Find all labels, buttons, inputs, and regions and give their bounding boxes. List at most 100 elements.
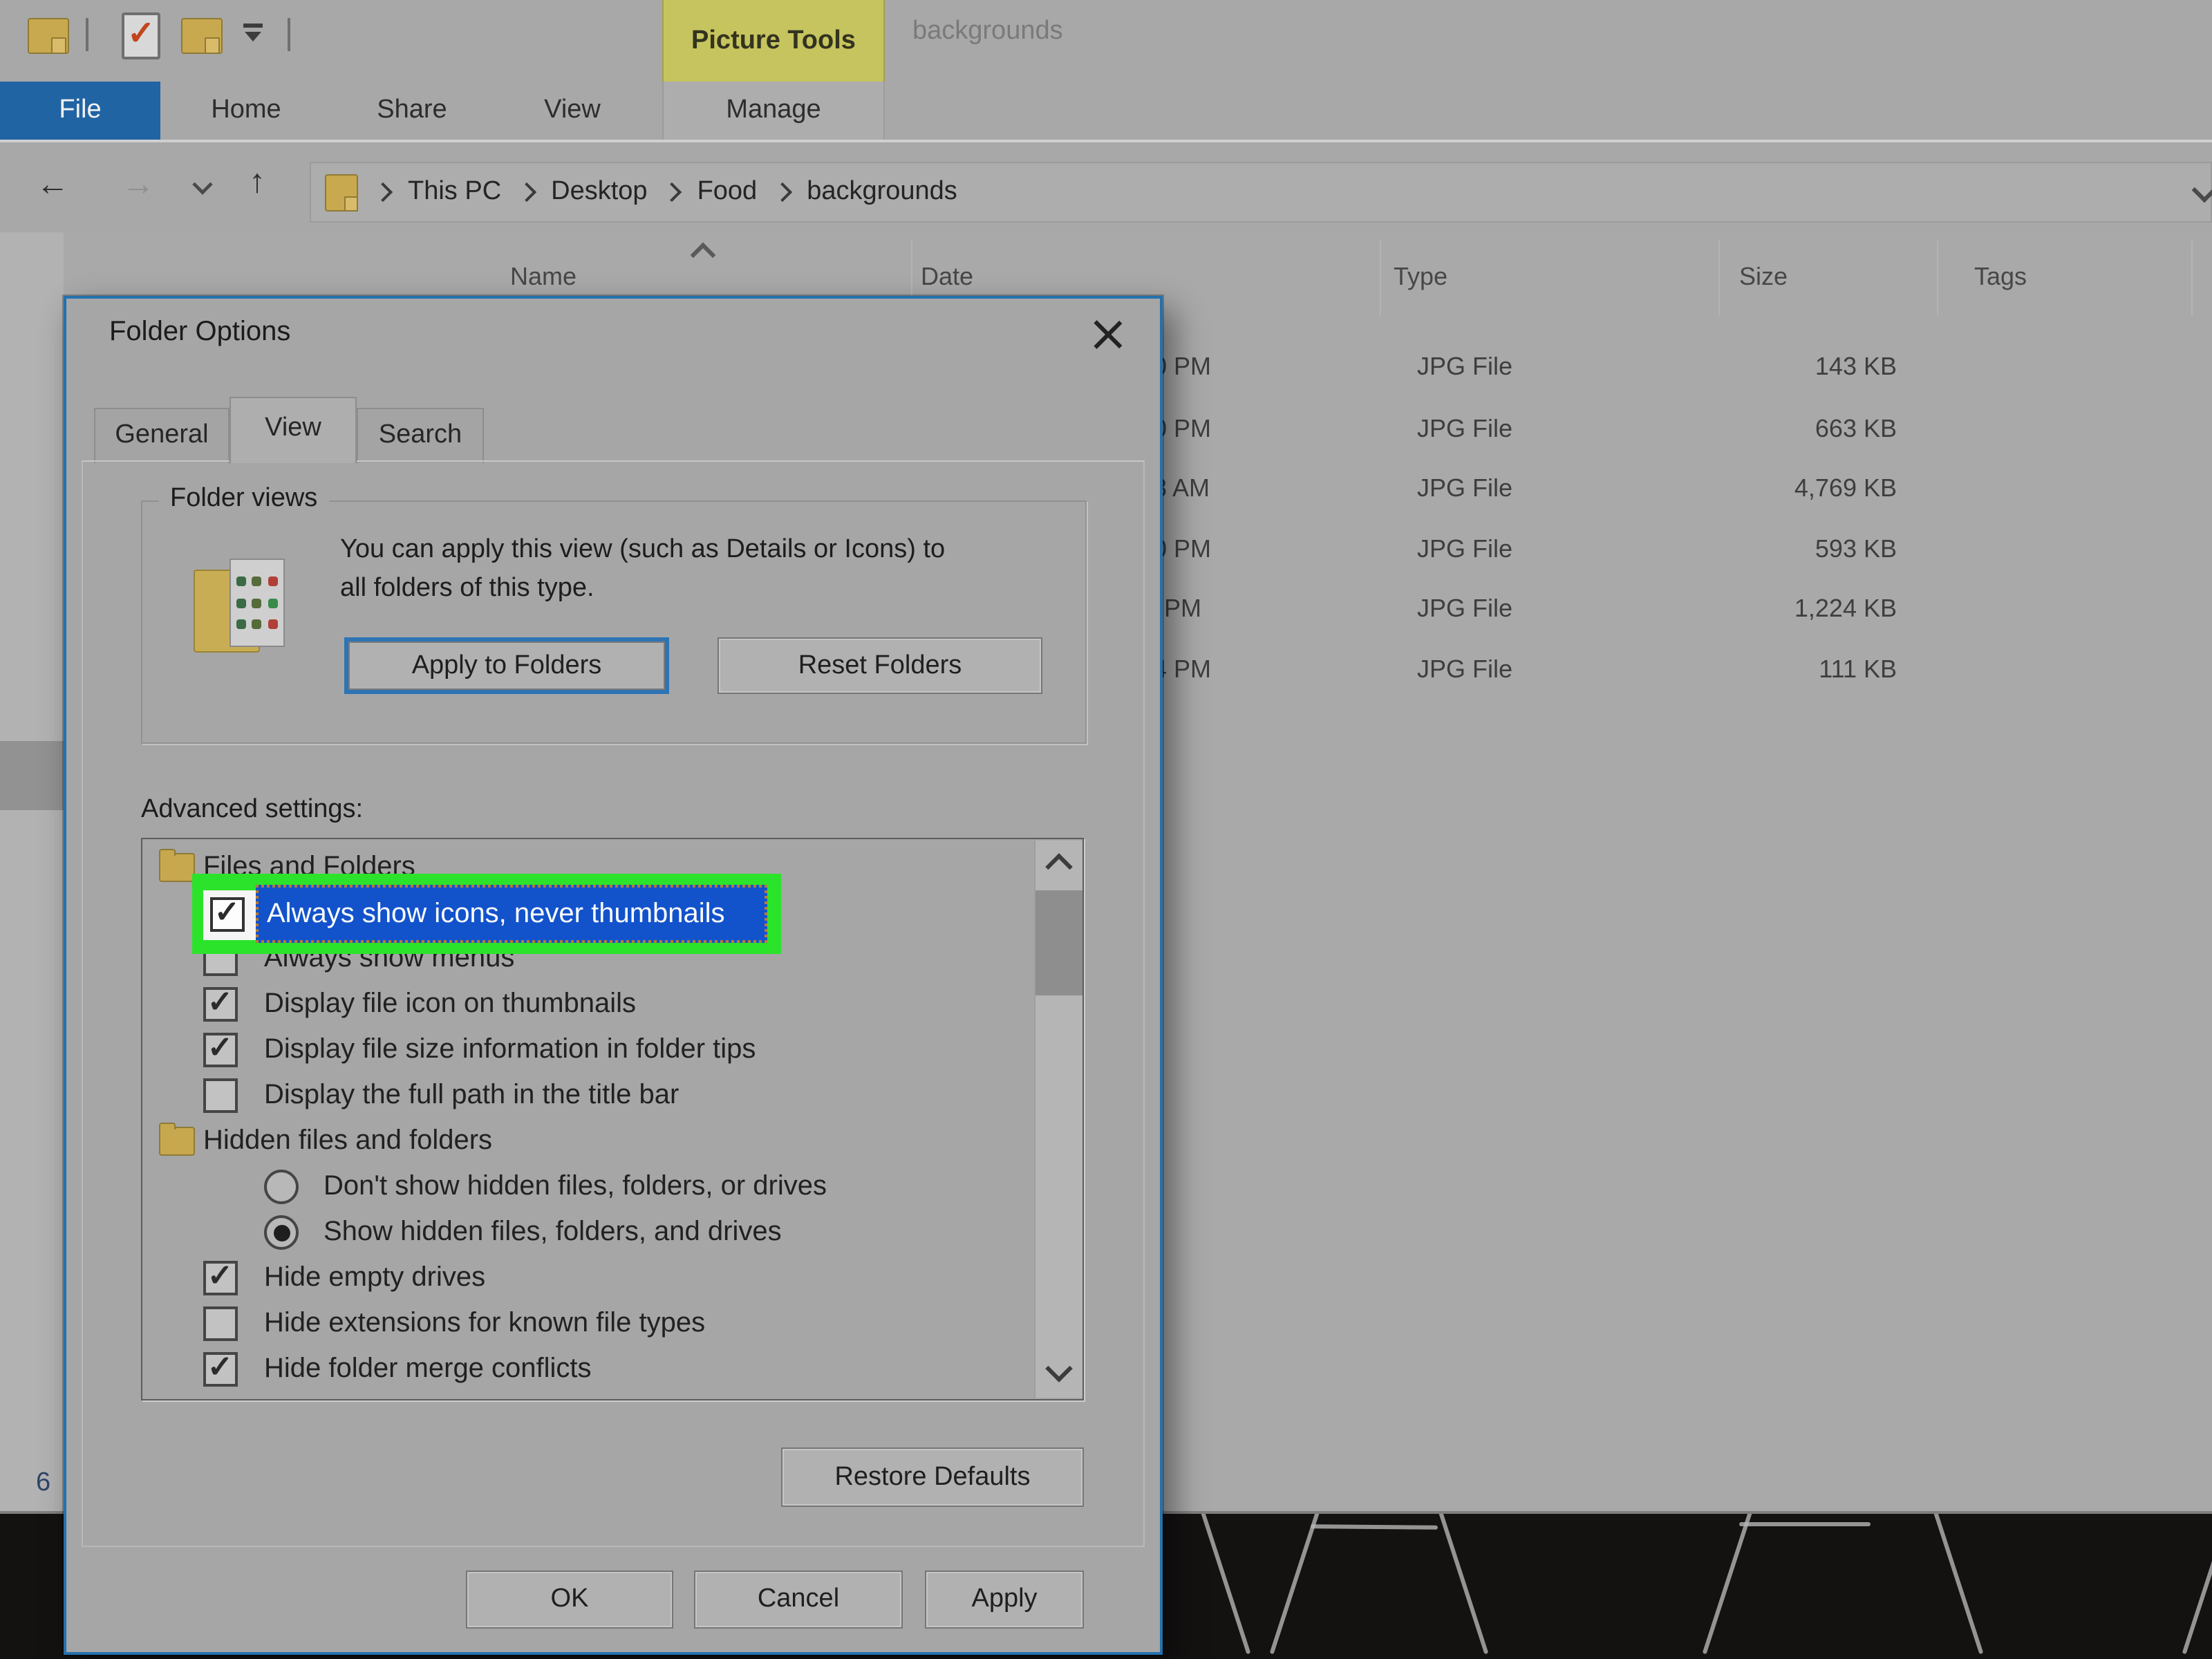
tab-home[interactable]: Home [188, 82, 304, 140]
list-item-radio[interactable]: Show hidden files, folders, and drives [142, 1210, 1027, 1255]
checkbox-checked-icon[interactable]: ✓ [210, 897, 245, 932]
radio-unselected-icon[interactable] [264, 1170, 299, 1204]
tab-general[interactable]: General [94, 408, 229, 463]
scroll-up-button[interactable] [1035, 841, 1082, 886]
list-item-checkbox[interactable]: Hide extensions for known file types [142, 1301, 1027, 1347]
restore-defaults-button[interactable]: Restore Defaults [781, 1447, 1084, 1507]
file-date: PM [1164, 589, 1385, 628]
up-arrow-icon[interactable]: ↑ [249, 165, 265, 200]
address-toolbar: ← → ↑ This PC Desktop Food backgrounds [0, 142, 2212, 232]
forward-arrow-icon[interactable]: → [122, 167, 155, 203]
close-icon[interactable] [1085, 312, 1130, 357]
radio-selected-icon[interactable] [264, 1215, 299, 1250]
column-separator[interactable] [2191, 241, 2193, 315]
breadcrumb-chevron-icon[interactable] [662, 182, 682, 202]
file-type: JPG File [1417, 347, 1638, 386]
column-header-type[interactable]: Type [1394, 257, 1447, 296]
navigation-scrollbar-thumb[interactable] [0, 741, 64, 810]
check-mark-icon: ✓ [127, 18, 155, 51]
file-date: 0 PM [1153, 409, 1374, 448]
separator [86, 18, 88, 51]
quick-access-new-folder-icon[interactable] [181, 18, 223, 54]
status-bar-item-count: 6 [36, 1468, 50, 1499]
list-item-checkbox[interactable]: ✓ Display file size information in folde… [142, 1027, 1027, 1073]
checkbox-checked-icon[interactable]: ✓ [203, 1261, 238, 1295]
folder-icon [159, 1127, 195, 1156]
list-item-radio[interactable]: Don't show hidden files, folders, or dri… [142, 1164, 1027, 1210]
column-separator[interactable] [1380, 241, 1381, 315]
annotation-highlight-box: ✓ Always show icons, never thumbnails [192, 874, 781, 954]
checkbox-unchecked-icon[interactable] [203, 1306, 238, 1341]
file-type: JPG File [1417, 650, 1638, 688]
address-bar[interactable]: This PC Desktop Food backgrounds [310, 162, 2212, 223]
checkbox-checked-icon[interactable]: ✓ [203, 1352, 238, 1387]
file-date: 0 PM [1153, 347, 1374, 386]
advanced-settings-list[interactable]: Files and Folders Always show menus ✓ Di… [141, 838, 1084, 1400]
list-item-checkbox[interactable]: ✓ Hide empty drives [142, 1255, 1027, 1301]
window-title: backgrounds [912, 17, 1063, 47]
tab-view[interactable]: View [514, 82, 630, 140]
file-date: 0 PM [1153, 529, 1374, 568]
column-header-name[interactable]: Name [510, 257, 577, 296]
tab-search[interactable]: Search [357, 408, 484, 463]
folder-views-description-line2: all folders of this type. [340, 570, 594, 608]
selected-list-item[interactable]: Always show icons, never thumbnails [256, 885, 767, 943]
folder-options-dialog: Folder Options General View Search Folde… [64, 296, 1163, 1655]
details-view-icon [229, 559, 285, 647]
picture-tools-contextual-tab[interactable]: Picture Tools [662, 0, 885, 82]
file-type: JPG File [1417, 589, 1638, 628]
tab-share[interactable]: Share [354, 82, 470, 140]
checkbox-checked-icon[interactable]: ✓ [203, 987, 238, 1022]
address-folder-icon [325, 174, 358, 211]
quick-access-properties-icon[interactable]: ✓ [122, 12, 160, 59]
scrollbar-thumb[interactable] [1035, 890, 1082, 995]
column-separator[interactable] [1937, 241, 1938, 315]
chevron-down-icon [1045, 1355, 1073, 1382]
breadcrumb-food[interactable]: Food [697, 177, 758, 207]
recent-locations-chevron-icon[interactable] [192, 174, 212, 194]
scroll-down-button[interactable] [1035, 1351, 1082, 1396]
cancel-button[interactable]: Cancel [694, 1571, 903, 1629]
breadcrumb-desktop[interactable]: Desktop [551, 177, 647, 207]
quick-access-folder-icon[interactable] [28, 18, 69, 54]
folder-views-legend: Folder views [159, 484, 328, 514]
file-date: 8 AM [1153, 469, 1374, 507]
breadcrumb-chevron-icon [373, 182, 393, 202]
file-type: JPG File [1417, 469, 1638, 507]
file-size: 4,769 KB [1703, 469, 1897, 507]
file-size: 663 KB [1703, 409, 1897, 448]
customize-quick-access-arrow-icon[interactable] [241, 24, 265, 43]
folder-icon [159, 853, 195, 882]
list-item-checkbox[interactable]: ✓ Hide folder merge conflicts [142, 1347, 1027, 1392]
breadcrumb-backgrounds[interactable]: backgrounds [807, 177, 957, 207]
file-date: 4 PM [1153, 650, 1374, 688]
screenshot-stage: ✓ Picture Tools backgrounds File Home Sh… [0, 0, 2212, 1659]
column-header-tags[interactable]: Tags [1974, 257, 2027, 296]
list-item-group[interactable]: Hidden files and folders [142, 1118, 1027, 1164]
breadcrumb-this-pc[interactable]: This PC [408, 177, 501, 207]
separator [288, 18, 290, 51]
breadcrumb-chevron-icon[interactable] [772, 182, 791, 202]
column-header-size[interactable]: Size [1739, 257, 1788, 296]
list-item-checkbox[interactable]: Display the full path in the title bar [142, 1073, 1027, 1118]
back-arrow-icon[interactable]: ← [36, 167, 69, 203]
file-size: 1,224 KB [1703, 589, 1897, 628]
tab-manage[interactable]: Manage [664, 82, 883, 140]
breadcrumb-chevron-icon[interactable] [516, 182, 536, 202]
checkbox-checked-icon[interactable]: ✓ [203, 1033, 238, 1067]
column-header-date[interactable]: Date [921, 257, 973, 296]
column-separator[interactable] [1718, 241, 1720, 315]
tab-view[interactable]: View [229, 397, 357, 463]
file-type: JPG File [1417, 409, 1638, 448]
ribbon-tabs: File Home Share View Manage [0, 82, 2212, 140]
ok-button[interactable]: OK [466, 1571, 673, 1629]
checkbox-unchecked-icon[interactable] [203, 1078, 238, 1113]
file-size: 111 KB [1703, 650, 1897, 688]
folder-views-description-line1: You can apply this view (such as Details… [340, 531, 945, 570]
apply-button[interactable]: Apply [925, 1571, 1084, 1629]
tab-file[interactable]: File [0, 82, 160, 140]
list-scrollbar[interactable] [1034, 841, 1082, 1398]
apply-to-folders-button[interactable]: Apply to Folders [344, 637, 669, 694]
reset-folders-button[interactable]: Reset Folders [718, 637, 1042, 694]
list-item-checkbox[interactable]: ✓ Display file icon on thumbnails [142, 982, 1027, 1027]
